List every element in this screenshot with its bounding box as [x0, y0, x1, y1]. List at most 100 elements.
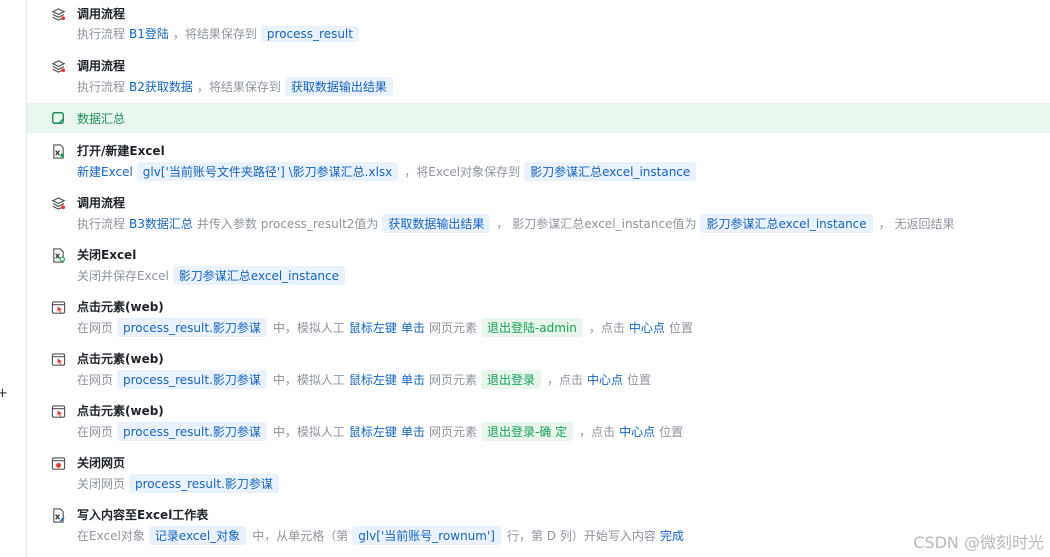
layers-icon: [50, 195, 66, 211]
excel-write-icon: [50, 507, 66, 523]
variable-tag[interactable]: 影刀参谋汇总excel_instance: [172, 266, 346, 285]
step-desc: 在网页 process_result.影刀参谋 中，模拟人工 鼠标左键 单击 网页元素 退出…: [77, 370, 655, 389]
desc-text: 在网页: [77, 425, 114, 439]
variable-tag[interactable]: process_result.影刀参谋: [117, 422, 267, 441]
param-link[interactable]: 鼠标左键: [349, 423, 397, 440]
layers-icon: [50, 6, 66, 22]
desc-text: ， 影刀参谋汇总excel_instance值为: [496, 217, 697, 231]
variable-tag[interactable]: 获取数据输出结果: [284, 77, 393, 96]
param-link[interactable]: 鼠标左键: [349, 371, 397, 388]
variable-tag[interactable]: process_result.影刀参谋: [129, 474, 279, 493]
step-desc: 执行流程 B1登陆 ，将结果保存到 process_result: [77, 25, 365, 42]
variable-tag[interactable]: glv['当前账号文件夹路径'] \影刀参谋汇总.xlsx: [136, 162, 399, 181]
variable-tag[interactable]: 影刀参谋汇总excel_instance: [700, 214, 873, 233]
param-link[interactable]: 单击: [401, 371, 425, 388]
web-close-icon: [50, 455, 66, 471]
desc-text: ，点击: [588, 321, 625, 335]
param-link[interactable]: 新建Excel: [77, 163, 133, 180]
desc-text: 行，第 D 列）开始写入内容: [506, 529, 656, 543]
step-desc: 关闭网页 process_result.影刀参谋: [77, 474, 285, 493]
element-tag[interactable]: 退出登录-确 定: [480, 422, 574, 441]
group-title: 数据汇总: [77, 112, 126, 126]
step-title: 写入内容至Excel工作表: [77, 508, 209, 522]
step-title: 关闭Excel: [77, 248, 137, 262]
desc-text: ，将结果保存到: [196, 80, 281, 94]
step-desc: 执行流程 B3数据汇总 并传入参数 process_result2值为 获取数据输出结…: [77, 214, 959, 233]
param-link[interactable]: B3数据汇总: [129, 215, 193, 232]
param-link[interactable]: 中心点: [587, 371, 623, 388]
variable-tag[interactable]: process_result.影刀参谋: [117, 370, 267, 389]
element-tag[interactable]: 退出登陆-admin: [480, 318, 583, 337]
group-icon: [50, 110, 66, 126]
desc-text: 位置: [627, 373, 652, 387]
desc-text: 关闭网页: [77, 477, 126, 491]
step-row-open-excel[interactable]: 打开/新建Excel 新建Excel glv['当前账号文件夹路径'] \影刀参谋…: [27, 140, 1050, 186]
desc-text: 执行流程: [77, 217, 126, 231]
step-desc: 在Excel对象 记录excel_对象 中，从单元格（第 glv['当前账号_rown…: [77, 526, 688, 545]
desc-text: 在网页: [77, 373, 114, 387]
variable-tag[interactable]: 影刀参谋汇总excel_instance: [524, 162, 697, 181]
desc-text: 执行流程: [77, 27, 126, 41]
param-link[interactable]: 单击: [401, 423, 425, 440]
step-title: 点击元素(web): [77, 352, 164, 366]
step-row-click-web-1[interactable]: 点击元素(web) 在网页 process_result.影刀参谋 中，模拟人工 鼠标…: [27, 296, 1050, 342]
param-link[interactable]: 完成: [660, 527, 684, 544]
desc-text: 位置: [659, 425, 684, 439]
param-link[interactable]: B1登陆: [129, 25, 169, 42]
step-desc: 关闭并保存Excel 影刀参谋汇总excel_instance: [77, 266, 351, 285]
param-link[interactable]: 中心点: [629, 319, 665, 336]
step-title: 点击元素(web): [77, 404, 164, 418]
step-title: 关闭网页: [77, 456, 126, 470]
step-row-call-flow-b1[interactable]: 调用流程 执行流程 B1登陆 ，将结果保存到 process_result: [27, 3, 1050, 49]
variable-tag[interactable]: 记录excel_对象: [148, 526, 247, 545]
step-row-click-web-3[interactable]: 点击元素(web) 在网页 process_result.影刀参谋 中，模拟人工 鼠标…: [27, 400, 1050, 446]
web-click-icon: [50, 299, 66, 315]
desc-text: 中，从单元格（第: [252, 529, 349, 543]
step-title: 打开/新建Excel: [77, 144, 165, 158]
desc-text: 在Excel对象: [77, 529, 145, 543]
step-row-close-web[interactable]: 关闭网页 关闭网页 process_result.影刀参谋: [27, 452, 1050, 498]
desc-text: ，点击: [579, 425, 616, 439]
watermark: CSDN @微刻时光: [913, 533, 1044, 552]
group-row-data-summary[interactable]: 数据汇总: [27, 103, 1050, 133]
param-link[interactable]: 单击: [401, 319, 425, 336]
desc-text: 执行流程: [77, 80, 126, 94]
desc-text: ， 无返回结果: [878, 217, 955, 231]
layers-icon: [50, 58, 66, 74]
web-click-icon: [50, 351, 66, 367]
step-desc: 新建Excel glv['当前账号文件夹路径'] \影刀参谋汇总.xlsx ，将Ex…: [77, 162, 702, 181]
desc-text: 中，模拟人工: [272, 425, 345, 439]
element-tag[interactable]: 退出登录: [480, 370, 541, 389]
desc-text: 在网页: [77, 321, 114, 335]
step-title: 点击元素(web): [77, 300, 164, 314]
desc-text: 关闭并保存Excel: [77, 269, 169, 283]
excel-close-icon: [50, 247, 66, 263]
desc-text: 网页元素: [428, 425, 477, 439]
step-title: 调用流程: [77, 7, 126, 21]
variable-tag[interactable]: process_result.影刀参谋: [117, 318, 267, 337]
step-title: 调用流程: [77, 59, 126, 73]
step-row-write-excel[interactable]: 写入内容至Excel工作表 在Excel对象 记录excel_对象 中，从单元格（第…: [27, 504, 1050, 550]
variable-tag[interactable]: process_result: [260, 25, 359, 42]
variable-tag[interactable]: glv['当前账号_rownum']: [352, 526, 501, 545]
desc-text: 网页元素: [428, 321, 477, 335]
param-link[interactable]: 鼠标左键: [349, 319, 397, 336]
desc-text: 中，模拟人工: [272, 321, 345, 335]
step-desc: 在网页 process_result.影刀参谋 中，模拟人工 鼠标左键 单击 网页元素 退出…: [77, 318, 697, 337]
param-link[interactable]: 中心点: [619, 423, 655, 440]
step-desc: 在网页 process_result.影刀参谋 中，模拟人工 鼠标左键 单击 网页元素 退出…: [77, 422, 687, 441]
desc-text: 并传入参数 process_result2值为: [196, 217, 379, 231]
step-row-click-web-2[interactable]: 点击元素(web) 在网页 process_result.影刀参谋 中，模拟人工 鼠标…: [27, 348, 1050, 394]
step-row-call-flow-b2[interactable]: 调用流程 执行流程 B2获取数据 ，将结果保存到 获取数据输出结果: [27, 55, 1050, 101]
param-link[interactable]: B2获取数据: [129, 78, 193, 95]
desc-text: 位置: [668, 321, 693, 335]
desc-text: ，将结果保存到: [172, 27, 257, 41]
step-row-call-flow-b3[interactable]: 调用流程 执行流程 B3数据汇总 并传入参数 process_result2值为 获取…: [27, 192, 1050, 238]
add-step-plus-icon[interactable]: +: [0, 386, 8, 401]
desc-text: 网页元素: [428, 373, 477, 387]
desc-text: ，将Excel对象保存到: [404, 165, 521, 179]
step-desc: 执行流程 B2获取数据 ，将结果保存到 获取数据输出结果: [77, 77, 399, 96]
variable-tag[interactable]: 获取数据输出结果: [382, 214, 491, 233]
web-click-icon: [50, 403, 66, 419]
step-row-close-excel[interactable]: 关闭Excel 关闭并保存Excel 影刀参谋汇总excel_instance: [27, 244, 1050, 290]
